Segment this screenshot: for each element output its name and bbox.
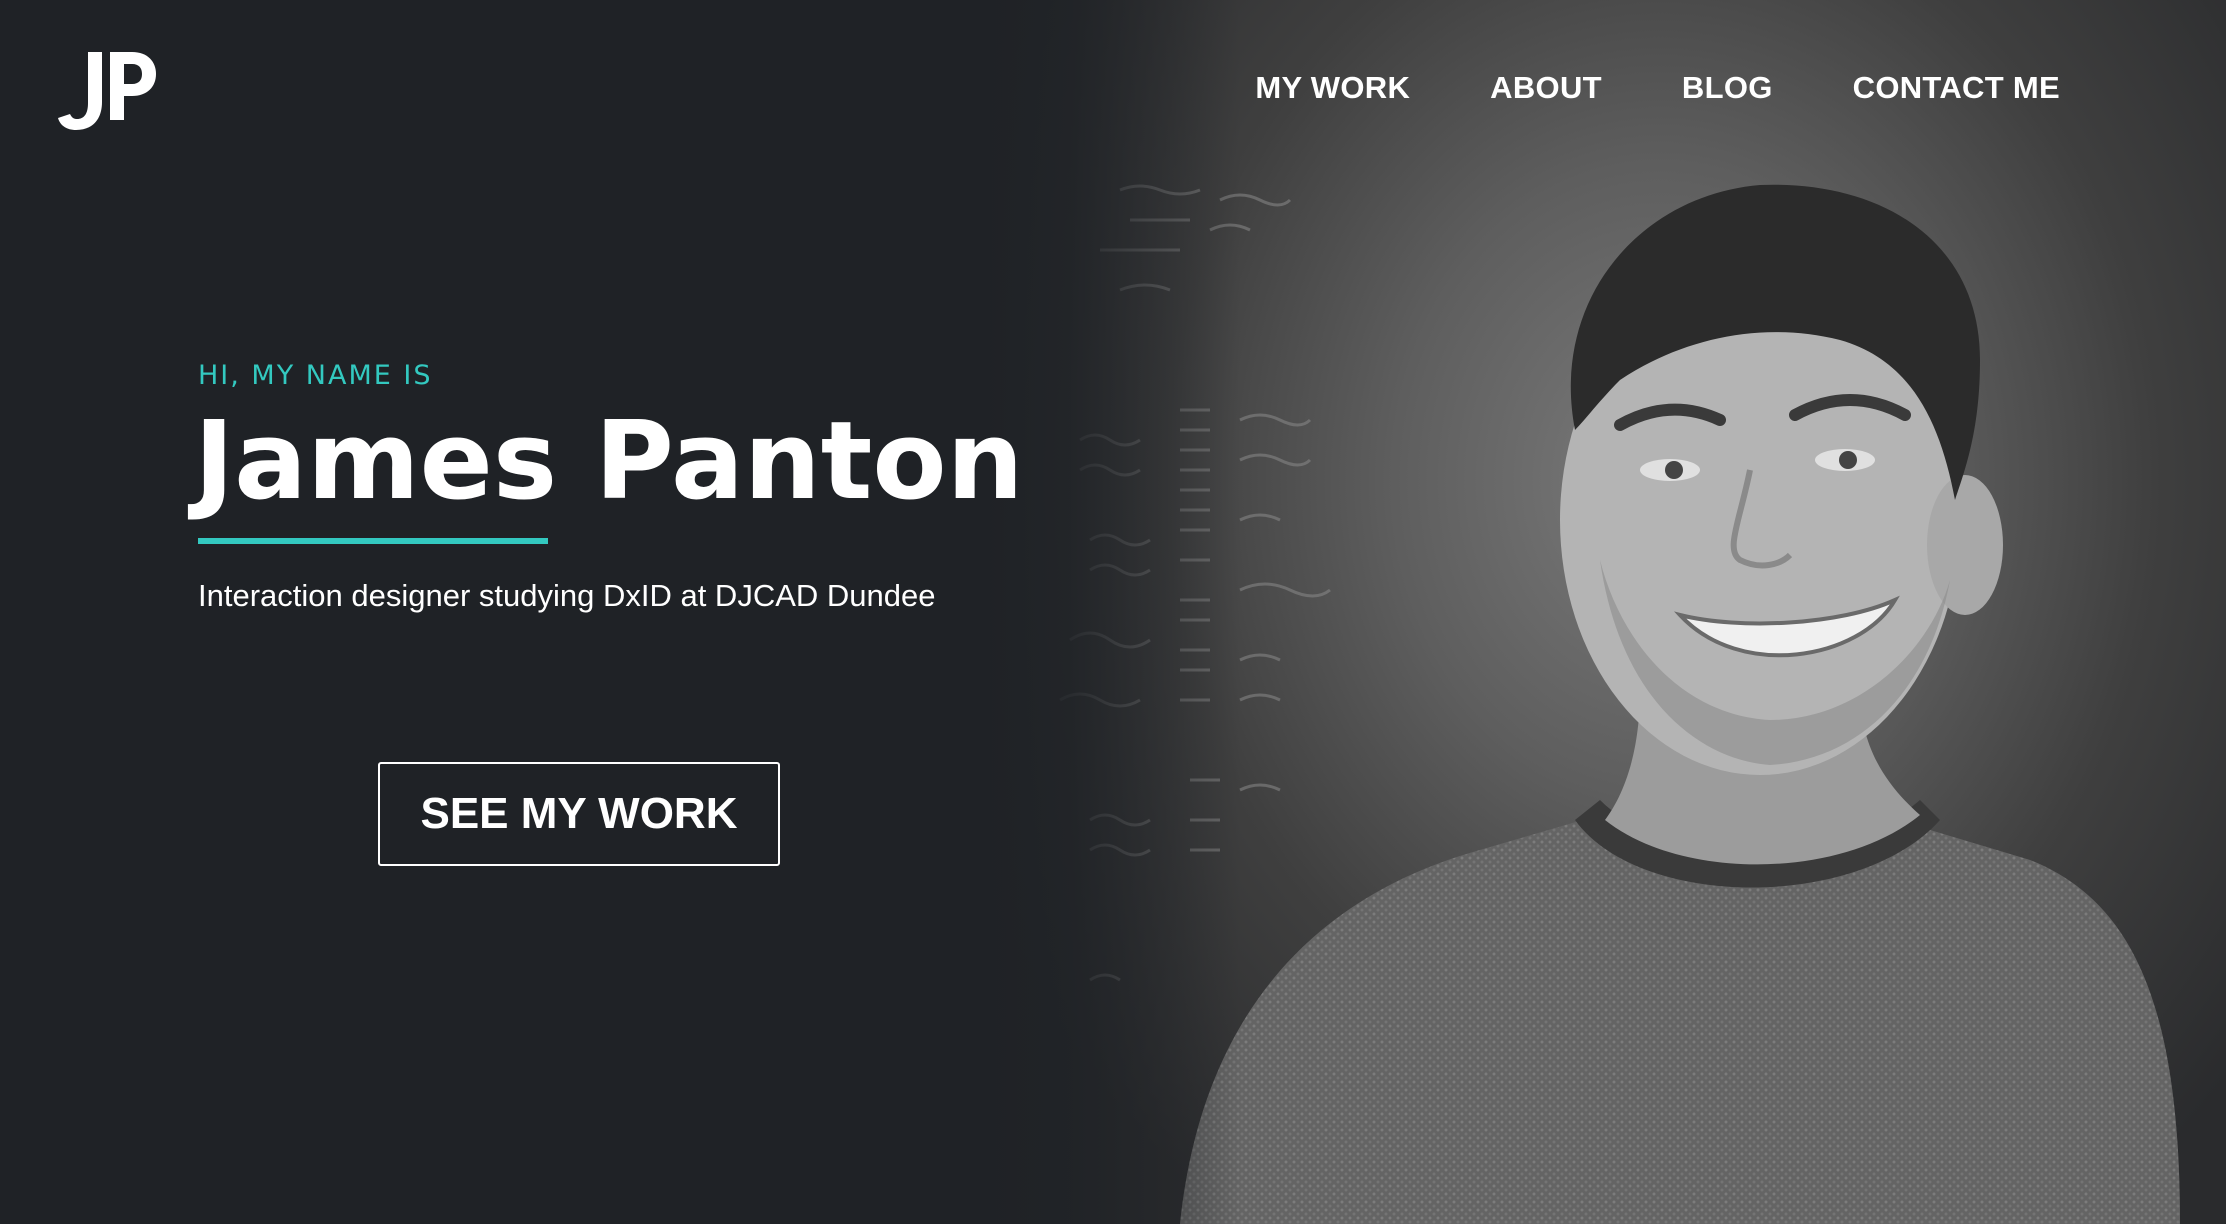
see-my-work-button[interactable]: SEE MY WORK — [378, 762, 780, 866]
nav-contact-me[interactable]: CONTACT ME — [1853, 68, 2060, 108]
jp-monogram-icon — [58, 52, 156, 130]
hero-tagline: Interaction designer studying DxID at DJ… — [198, 578, 936, 613]
nav-my-work[interactable]: MY WORK — [1255, 68, 1410, 108]
hero-name: James Panton — [194, 399, 1024, 524]
name-underline-divider — [198, 538, 548, 544]
jp-logo[interactable] — [58, 48, 158, 132]
portrait-illustration — [1059, 184, 2180, 1224]
nav-blog[interactable]: BLOG — [1682, 68, 1773, 108]
hero-greeting: HI, MY NAME IS — [198, 360, 433, 391]
main-navigation: MY WORK ABOUT BLOG CONTACT ME — [1255, 68, 2060, 108]
hero-portrait-photo — [980, 0, 2226, 1224]
page: MY WORK ABOUT BLOG CONTACT ME HI, MY NAM… — [0, 0, 2226, 1224]
nav-about[interactable]: ABOUT — [1490, 68, 1602, 108]
